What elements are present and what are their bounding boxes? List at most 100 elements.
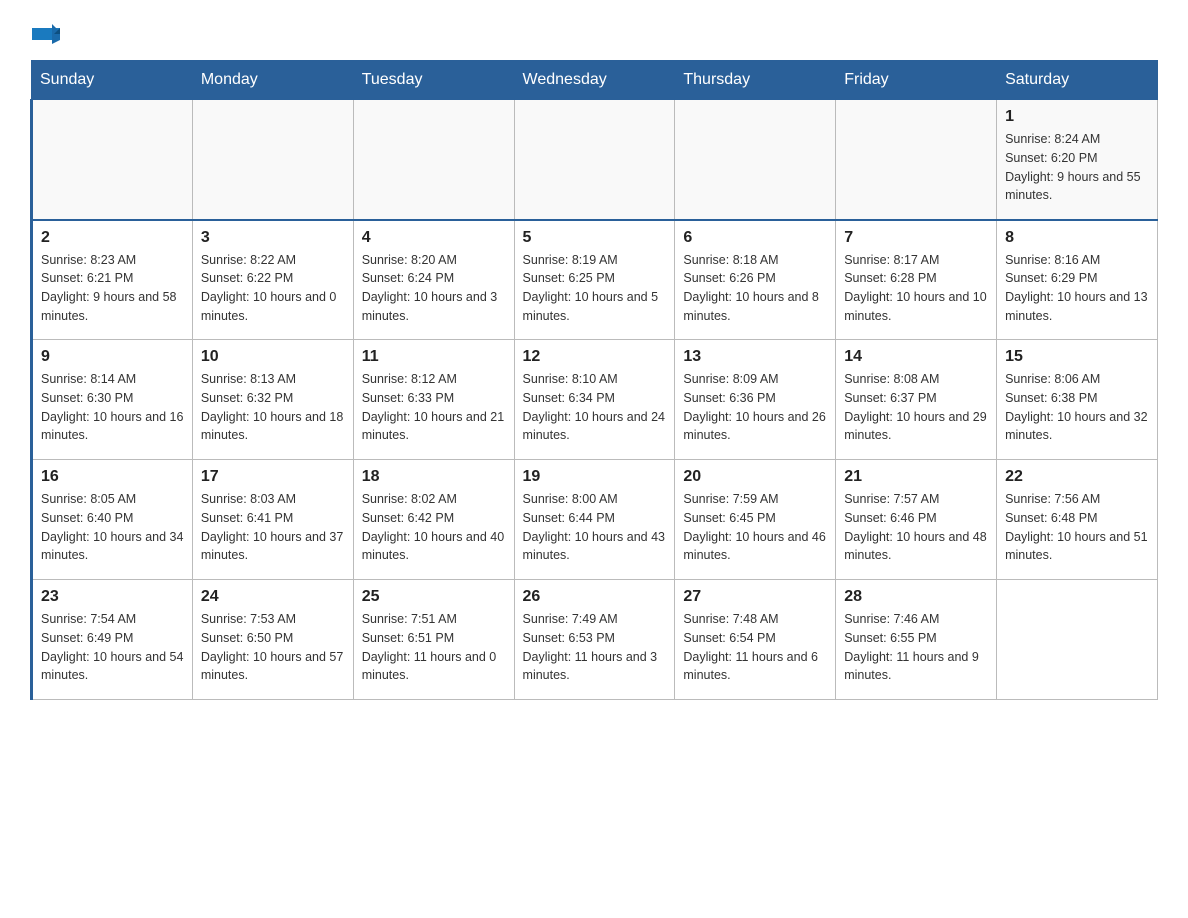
day-info: Sunrise: 7:59 AMSunset: 6:45 PMDaylight:…: [683, 492, 825, 562]
day-number: 17: [201, 468, 345, 486]
weekday-header-friday: Friday: [836, 61, 997, 100]
day-number: 6: [683, 229, 827, 247]
day-number: 28: [844, 588, 988, 606]
day-number: 14: [844, 348, 988, 366]
day-cell: 24 Sunrise: 7:53 AMSunset: 6:50 PMDayligh…: [192, 580, 353, 700]
day-info: Sunrise: 8:10 AMSunset: 6:34 PMDaylight:…: [523, 372, 665, 442]
day-number: 26: [523, 588, 667, 606]
day-info: Sunrise: 7:54 AMSunset: 6:49 PMDaylight:…: [41, 612, 183, 682]
day-info: Sunrise: 7:46 AMSunset: 6:55 PMDaylight:…: [844, 612, 979, 682]
day-cell: 16 Sunrise: 8:05 AMSunset: 6:40 PMDayligh…: [32, 460, 193, 580]
day-cell: 15 Sunrise: 8:06 AMSunset: 6:38 PMDayligh…: [997, 340, 1158, 460]
day-info: Sunrise: 7:57 AMSunset: 6:46 PMDaylight:…: [844, 492, 986, 562]
week-row-5: 23 Sunrise: 7:54 AMSunset: 6:49 PMDayligh…: [32, 580, 1158, 700]
day-cell: [353, 100, 514, 220]
day-info: Sunrise: 8:22 AMSunset: 6:22 PMDaylight:…: [201, 253, 337, 323]
day-info: Sunrise: 8:18 AMSunset: 6:26 PMDaylight:…: [683, 253, 819, 323]
day-number: 15: [1005, 348, 1149, 366]
day-number: 12: [523, 348, 667, 366]
day-cell: 13Sunrise: 8:09 AMSunset: 6:36 PMDayligh…: [675, 340, 836, 460]
day-info: Sunrise: 7:56 AMSunset: 6:48 PMDaylight:…: [1005, 492, 1147, 562]
day-info: Sunrise: 8:20 AMSunset: 6:24 PMDaylight:…: [362, 253, 498, 323]
day-info: Sunrise: 8:12 AMSunset: 6:33 PMDaylight:…: [362, 372, 504, 442]
day-number: 18: [362, 468, 506, 486]
day-number: 3: [201, 229, 345, 247]
day-cell: 26 Sunrise: 7:49 AMSunset: 6:53 PMDayligh…: [514, 580, 675, 700]
calendar-table: SundayMondayTuesdayWednesdayThursdayFrid…: [30, 60, 1158, 700]
day-cell: [675, 100, 836, 220]
logo: [30, 20, 62, 48]
day-number: 8: [1005, 229, 1149, 247]
day-number: 16: [41, 468, 184, 486]
day-info: Sunrise: 8:00 AMSunset: 6:44 PMDaylight:…: [523, 492, 665, 562]
day-cell: 9 Sunrise: 8:14 AMSunset: 6:30 PMDaylight…: [32, 340, 193, 460]
day-number: 11: [362, 348, 506, 366]
day-cell: 4 Sunrise: 8:20 AMSunset: 6:24 PMDaylight…: [353, 220, 514, 340]
day-info: Sunrise: 8:16 AMSunset: 6:29 PMDaylight:…: [1005, 253, 1147, 323]
day-number: 7: [844, 229, 988, 247]
weekday-header-wednesday: Wednesday: [514, 61, 675, 100]
day-cell: [514, 100, 675, 220]
day-number: 24: [201, 588, 345, 606]
day-cell: 7 Sunrise: 8:17 AMSunset: 6:28 PMDaylight…: [836, 220, 997, 340]
day-cell: 10 Sunrise: 8:13 AMSunset: 6:32 PMDayligh…: [192, 340, 353, 460]
week-row-3: 9 Sunrise: 8:14 AMSunset: 6:30 PMDaylight…: [32, 340, 1158, 460]
calendar-body: 1 Sunrise: 8:24 AMSunset: 6:20 PMDaylight…: [32, 100, 1158, 700]
day-cell: [997, 580, 1158, 700]
day-cell: 23 Sunrise: 7:54 AMSunset: 6:49 PMDayligh…: [32, 580, 193, 700]
page-header: [30, 20, 1158, 48]
day-info: Sunrise: 8:17 AMSunset: 6:28 PMDaylight:…: [844, 253, 986, 323]
day-number: 21: [844, 468, 988, 486]
weekday-header-sunday: Sunday: [32, 61, 193, 100]
day-info: Sunrise: 8:03 AMSunset: 6:41 PMDaylight:…: [201, 492, 343, 562]
day-cell: 3 Sunrise: 8:22 AMSunset: 6:22 PMDaylight…: [192, 220, 353, 340]
day-number: 13: [683, 348, 827, 366]
day-info: Sunrise: 7:48 AMSunset: 6:54 PMDaylight:…: [683, 612, 818, 682]
weekday-header-monday: Monday: [192, 61, 353, 100]
logo-icon: [32, 20, 60, 48]
day-cell: 14 Sunrise: 8:08 AMSunset: 6:37 PMDayligh…: [836, 340, 997, 460]
day-cell: [836, 100, 997, 220]
weekday-header-saturday: Saturday: [997, 61, 1158, 100]
day-info: Sunrise: 8:24 AMSunset: 6:20 PMDaylight:…: [1005, 132, 1141, 202]
day-info: Sunrise: 7:49 AMSunset: 6:53 PMDaylight:…: [523, 612, 658, 682]
day-info: Sunrise: 7:53 AMSunset: 6:50 PMDaylight:…: [201, 612, 343, 682]
day-cell: 1 Sunrise: 8:24 AMSunset: 6:20 PMDaylight…: [997, 100, 1158, 220]
day-cell: 17 Sunrise: 8:03 AMSunset: 6:41 PMDayligh…: [192, 460, 353, 580]
day-cell: 28 Sunrise: 7:46 AMSunset: 6:55 PMDayligh…: [836, 580, 997, 700]
day-number: 22: [1005, 468, 1149, 486]
day-info: Sunrise: 8:13 AMSunset: 6:32 PMDaylight:…: [201, 372, 343, 442]
day-info: Sunrise: 8:23 AMSunset: 6:21 PMDaylight:…: [41, 253, 177, 323]
day-cell: [32, 100, 193, 220]
calendar-header: SundayMondayTuesdayWednesdayThursdayFrid…: [32, 61, 1158, 100]
day-cell: 8 Sunrise: 8:16 AMSunset: 6:29 PMDaylight…: [997, 220, 1158, 340]
day-cell: 22 Sunrise: 7:56 AMSunset: 6:48 PMDayligh…: [997, 460, 1158, 580]
day-number: 4: [362, 229, 506, 247]
day-cell: 11 Sunrise: 8:12 AMSunset: 6:33 PMDayligh…: [353, 340, 514, 460]
weekday-row: SundayMondayTuesdayWednesdayThursdayFrid…: [32, 61, 1158, 100]
week-row-2: 2 Sunrise: 8:23 AMSunset: 6:21 PMDaylight…: [32, 220, 1158, 340]
day-number: 2: [41, 229, 184, 247]
week-row-4: 16 Sunrise: 8:05 AMSunset: 6:40 PMDayligh…: [32, 460, 1158, 580]
day-number: 1: [1005, 108, 1149, 126]
day-info: Sunrise: 8:05 AMSunset: 6:40 PMDaylight:…: [41, 492, 183, 562]
day-cell: 18 Sunrise: 8:02 AMSunset: 6:42 PMDayligh…: [353, 460, 514, 580]
day-number: 9: [41, 348, 184, 366]
day-cell: 12 Sunrise: 8:10 AMSunset: 6:34 PMDayligh…: [514, 340, 675, 460]
weekday-header-tuesday: Tuesday: [353, 61, 514, 100]
day-cell: 25Sunrise: 7:51 AMSunset: 6:51 PMDayligh…: [353, 580, 514, 700]
day-info: Sunrise: 8:06 AMSunset: 6:38 PMDaylight:…: [1005, 372, 1147, 442]
day-info: Sunrise: 8:02 AMSunset: 6:42 PMDaylight:…: [362, 492, 504, 562]
day-number: 23: [41, 588, 184, 606]
weekday-header-thursday: Thursday: [675, 61, 836, 100]
day-cell: 20Sunrise: 7:59 AMSunset: 6:45 PMDayligh…: [675, 460, 836, 580]
day-cell: 19 Sunrise: 8:00 AMSunset: 6:44 PMDayligh…: [514, 460, 675, 580]
day-cell: 5Sunrise: 8:19 AMSunset: 6:25 PMDaylight…: [514, 220, 675, 340]
day-number: 19: [523, 468, 667, 486]
day-cell: 6 Sunrise: 8:18 AMSunset: 6:26 PMDaylight…: [675, 220, 836, 340]
day-info: Sunrise: 8:08 AMSunset: 6:37 PMDaylight:…: [844, 372, 986, 442]
day-number: 10: [201, 348, 345, 366]
day-cell: 21 Sunrise: 7:57 AMSunset: 6:46 PMDayligh…: [836, 460, 997, 580]
day-info: Sunrise: 8:14 AMSunset: 6:30 PMDaylight:…: [41, 372, 183, 442]
day-cell: 2 Sunrise: 8:23 AMSunset: 6:21 PMDaylight…: [32, 220, 193, 340]
